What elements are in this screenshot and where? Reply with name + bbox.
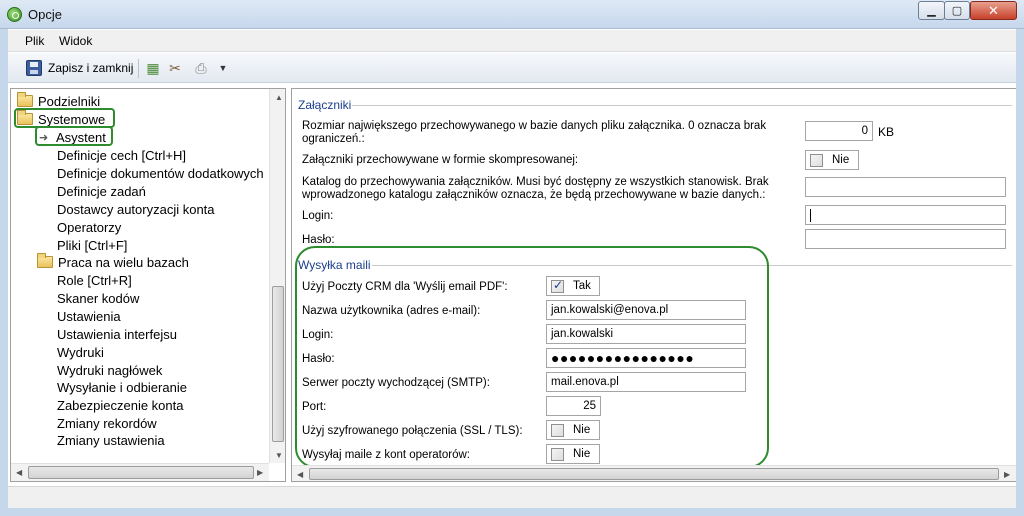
attachment-compressed-label: Załączniki przechowywane w formie skompr… [302,154,579,166]
print-icon[interactable]: ⎙ [192,59,210,77]
scroll-thumb[interactable] [309,468,999,480]
tree-item-label: Wydruki [57,344,104,360]
status-bar [8,486,1016,508]
tree-item-label: Role [Ctrl+R] [57,272,132,288]
tree-item-label: Zmiany rekordów [57,415,157,431]
tree-item[interactable]: Zabezpieczenie konta [57,396,183,414]
attachment-max-size-label: Rozmiar największego przechowywanego w b… [302,120,767,145]
tree-item-label: Wysyłanie i odbieranie [57,379,187,395]
tree-item-label: Ustawienia [57,308,121,324]
group-title-attachments: Załączniki [298,98,352,112]
save-and-close-button[interactable]: Zapisz i zamknij [48,61,133,75]
window-title: Opcje [28,7,62,22]
tree-item[interactable]: Pliki [Ctrl+F] [57,236,127,254]
tree-item[interactable]: Wydruki [57,343,104,361]
tree-item-label: Podzielniki [38,93,101,109]
maximize-icon: ▢ [951,5,963,17]
group-divider [352,105,1012,106]
grid-settings-icon[interactable]: ▦ [144,59,162,77]
scroll-up-icon[interactable]: ▲ [275,93,283,102]
scroll-left-icon[interactable]: ◀ [16,468,22,477]
tree-item[interactable]: Ustawienia [57,307,121,325]
tree-item[interactable]: Ustawienia interfejsu [57,325,177,343]
tree-item-label: Ustawienia interfejsu [57,326,177,342]
tree-item[interactable]: Operatorzy [57,218,121,236]
minimize-icon: ▁ [927,5,936,17]
close-button[interactable]: ✕ [970,1,1017,20]
scroll-thumb[interactable] [28,466,254,479]
tree-item[interactable]: Skaner kodów [57,289,139,307]
tree-item[interactable]: Definicje dokumentów dodatkowych [57,164,264,182]
tree-item[interactable]: Zmiany ustawienia [57,431,165,449]
highlight-systemowe [14,108,115,128]
menu-bar: Plik Widok [8,30,1016,52]
attachment-catalog-field[interactable] [805,177,1006,197]
attachment-password-field[interactable] [805,229,1006,249]
tree-vertical-scrollbar[interactable]: ▲ ▼ [269,89,285,463]
close-icon: ✕ [988,2,999,18]
text-cursor [810,209,811,222]
tree-item[interactable]: Wysyłanie i odbieranie [57,378,187,396]
tree-item[interactable]: Definicje zadań [57,182,146,200]
scroll-down-icon[interactable]: ▼ [275,451,283,460]
attachment-compressed-checkbox[interactable]: Nie [805,150,859,170]
options-tree[interactable]: Podzielniki Systemowe ➜ Asystent Definic… [10,88,286,482]
toolbar: Zapisz i zamknij ▦ ✂ ⎙ ▼ [8,53,1016,83]
tree-item-praca-na-wielu-bazach[interactable]: Praca na wielu bazach [37,253,189,271]
title-bar: Opcje ▁ ▢ ✕ [0,0,1024,29]
scroll-right-icon[interactable]: ▶ [257,468,263,477]
tree-item-label: Pliki [Ctrl+F] [57,237,128,253]
save-icon[interactable] [26,60,42,76]
tree-item[interactable]: Wydruki nagłówek [57,361,162,379]
tree-item-label: Skaner kodów [57,290,140,306]
folder-icon [17,92,33,107]
minimize-button[interactable]: ▁ [918,1,945,20]
attachment-login-field[interactable] [805,205,1006,225]
tree-item[interactable]: Dostawcy autoryzacji konta [57,200,215,218]
highlight-asystent [35,126,113,146]
tree-item[interactable]: Zmiany rekordów [57,414,157,432]
maximize-button[interactable]: ▢ [944,1,970,20]
tree-item-label: Dostawcy autoryzacji konta [57,201,215,217]
tree-item[interactable]: Role [Ctrl+R] [57,271,132,289]
tree-item[interactable]: Definicje cech [Ctrl+H] [57,146,186,164]
scroll-thumb[interactable] [272,286,284,442]
checkbox-icon [810,153,823,167]
dropdown-arrow-icon[interactable]: ▼ [214,59,232,77]
attachment-login-label: Login: [302,210,334,222]
tree-item-label: Definicje cech [Ctrl+H] [57,147,186,163]
highlight-mail-section [295,246,769,468]
attachment-catalog-label: Katalog do przechowywania załączników. M… [302,176,769,201]
menu-widok[interactable]: Widok [59,34,92,48]
menu-plik[interactable]: Plik [25,34,44,48]
tools-icon[interactable]: ✂ [166,59,184,77]
toolbar-separator [138,59,139,78]
checkbox-value: Nie [832,154,850,166]
tree-item-label: Wydruki nagłówek [57,362,163,378]
attachment-max-size-unit: KB [878,125,895,139]
scroll-right-icon[interactable]: ▶ [1004,470,1010,479]
tree-item-label: Praca na wielu bazach [58,254,189,270]
tree-item-label: Definicje dokumentów dodatkowych [57,165,264,181]
app-icon [7,7,22,22]
tree-item-label: Definicje zadań [57,183,146,199]
tree-item-label: Operatorzy [57,219,122,235]
attachment-max-size-field[interactable]: 0 [805,121,873,141]
tree-item-label: Zabezpieczenie konta [57,397,184,413]
options-panel: Załączniki Rozmiar największego przechow… [291,88,1017,482]
folder-icon [37,253,53,268]
scroll-left-icon[interactable]: ◀ [297,470,303,479]
tree-horizontal-scrollbar[interactable]: ◀ ▶ [11,463,269,481]
tree-item-label: Zmiany ustawienia [57,432,165,448]
panel-horizontal-scrollbar[interactable]: ◀ ▶ [292,465,1016,481]
